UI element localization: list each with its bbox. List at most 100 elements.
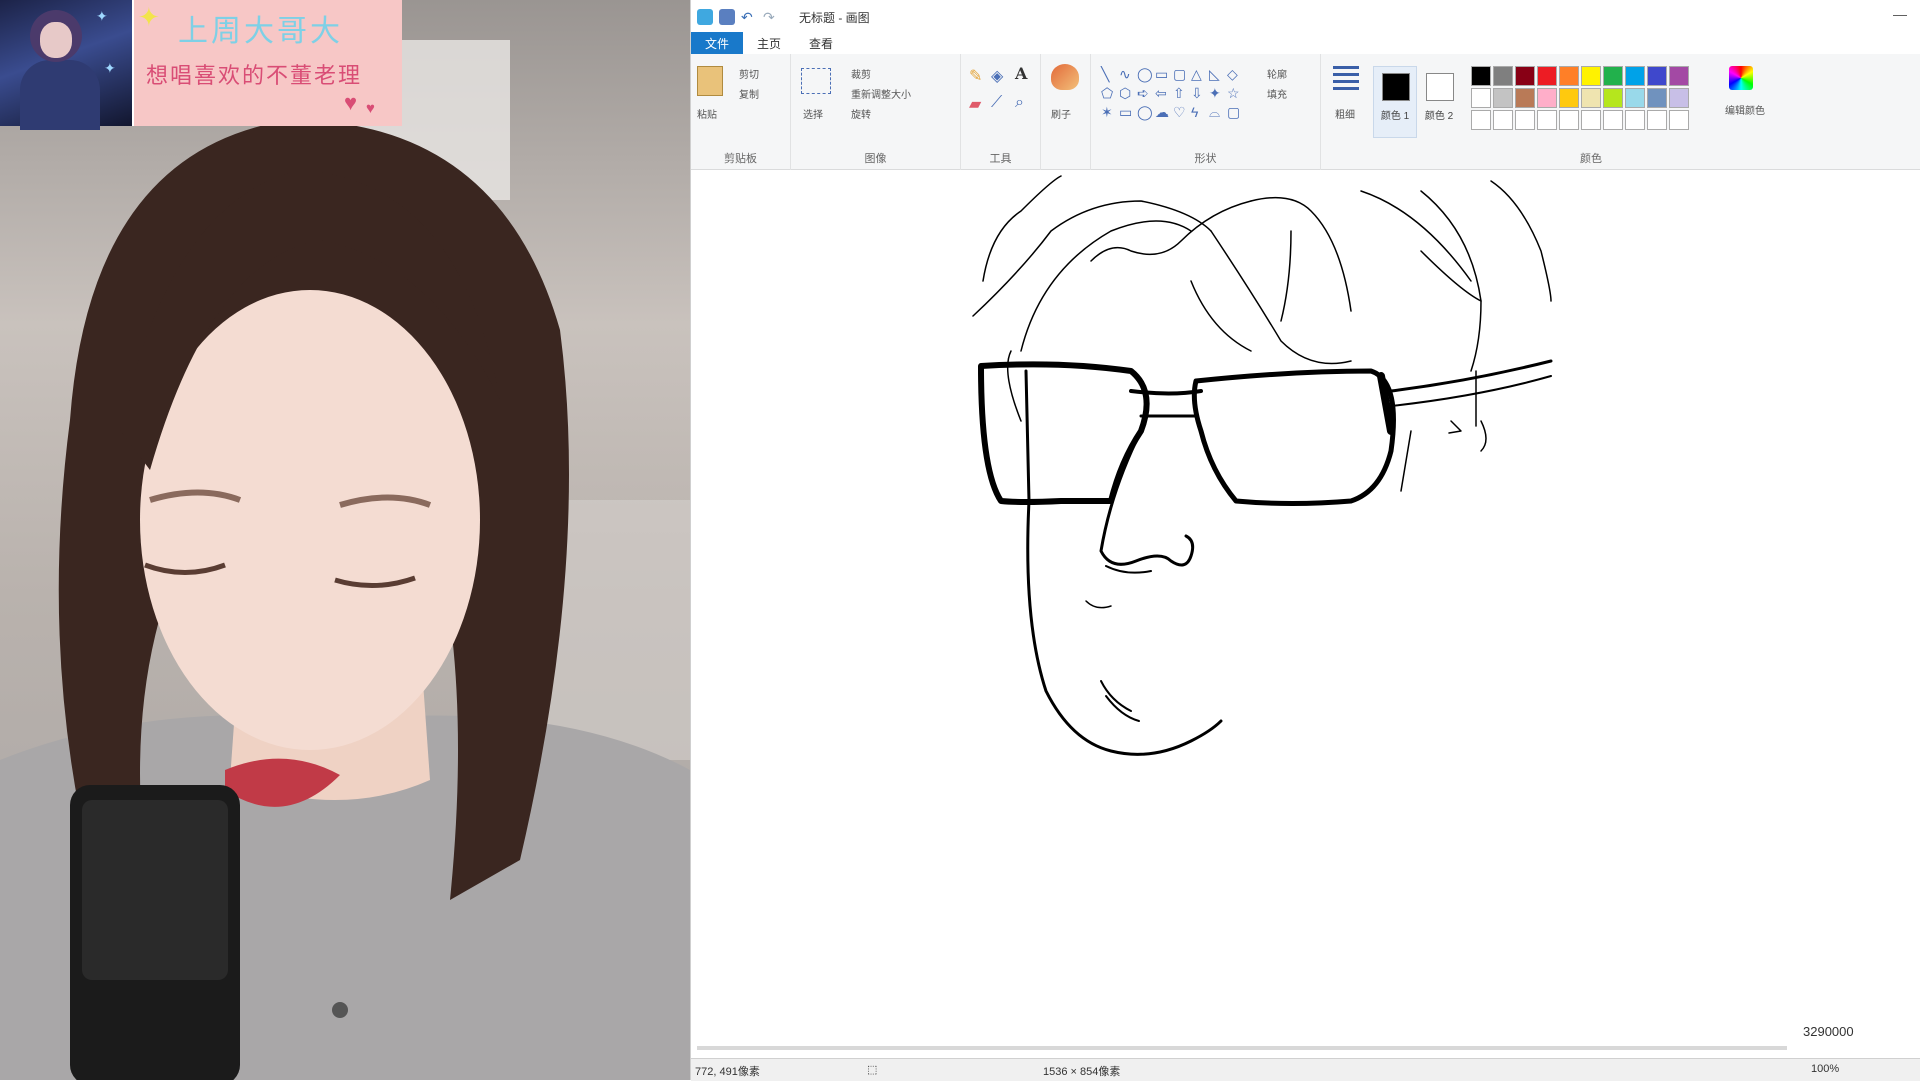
select-icon[interactable] <box>801 68 831 94</box>
color2-selector[interactable]: 颜色 2 <box>1417 66 1461 138</box>
streamer-avatar: ✦ ✦ <box>0 0 134 130</box>
palette-swatch[interactable] <box>1603 110 1623 130</box>
face-sketch <box>972 175 1553 756</box>
banner-title: 上周大哥大 <box>178 14 343 49</box>
select-button[interactable]: 选择 <box>803 106 823 121</box>
palette-swatch[interactable] <box>1625 110 1645 130</box>
palette-swatch[interactable] <box>1493 66 1513 86</box>
palette-swatch[interactable] <box>1669 88 1689 108</box>
outline-button[interactable]: 轮廓 <box>1267 66 1287 81</box>
edit-colors-group: 编辑颜色 <box>1721 54 1765 170</box>
color-picker-icon[interactable]: ⟋ <box>991 94 1002 112</box>
palette-swatch[interactable] <box>1471 66 1491 86</box>
crop-button[interactable]: 裁剪 <box>851 66 871 81</box>
brushes-group: 刷子 <box>1041 54 1091 170</box>
color1-selector[interactable]: 颜色 1 <box>1373 66 1417 138</box>
color-palette[interactable] <box>1471 66 1689 130</box>
rotate-button[interactable]: 旋转 <box>851 106 871 121</box>
palette-swatch[interactable] <box>1625 88 1645 108</box>
tab-file[interactable]: 文件 <box>691 32 744 54</box>
eraser-icon[interactable]: ▰ <box>969 94 981 114</box>
line-size-icon[interactable] <box>1333 66 1359 90</box>
edit-colors-button[interactable]: 编辑颜色 <box>1725 102 1765 117</box>
undo-icon[interactable]: ↶ <box>741 9 757 25</box>
palette-swatch[interactable] <box>1581 88 1601 108</box>
palette-swatch[interactable] <box>1471 88 1491 108</box>
palette-swatch[interactable] <box>1603 66 1623 86</box>
palette-swatch[interactable] <box>1537 110 1557 130</box>
tools-label: 工具 <box>989 153 1012 165</box>
colors-group: 颜色 <box>1461 54 1721 170</box>
status-bar: 772, 491像素 ⬚ 1536 × 854像素 100% <box>691 1058 1920 1081</box>
palette-swatch[interactable] <box>1537 66 1557 86</box>
streamer-video <box>0 40 690 1080</box>
selection-icon: ⬚ <box>867 1064 878 1076</box>
palette-swatch[interactable] <box>1515 88 1535 108</box>
shapes-group: ╲ ∿ ◯ ▭ ▢ △ ◺ ◇ ⬠ ⬡ ➪ ⇦ ⇧ ⇩ ✦ ☆ ✶ ▭ ◯ ☁ ♡ ϟ ⌓ ▢ 轮廓 填充 形状 <box>1091 54 1321 170</box>
horizontal-scrollbar[interactable] <box>697 1046 1787 1050</box>
tools-group: ✎ ◈ A ▰ ⟋ ⌕ 工具 <box>961 54 1041 170</box>
canvas-size: 1536 × 854像素 <box>1043 1066 1121 1078</box>
tab-view[interactable]: 查看 <box>795 32 847 54</box>
resize-button[interactable]: 重新调整大小 <box>851 86 911 101</box>
zoom-level[interactable]: 100% <box>1811 1063 1839 1075</box>
paste-icon[interactable] <box>697 66 723 96</box>
palette-swatch[interactable] <box>1581 66 1601 86</box>
ribbon-tabs: 文件 主页 查看 <box>691 32 847 54</box>
palette-swatch[interactable] <box>1669 66 1689 86</box>
cursor-position: 772, 491像素 <box>695 1066 760 1078</box>
clipboard-label: 剪贴板 <box>724 153 757 165</box>
ribbon: 粘贴 剪切 复制 剪贴板 选择 裁剪 重新调整大小 旋转 图像 ✎ ◈ A ▰ … <box>691 54 1920 170</box>
song-banner: ✦ 上周大哥大 想唱喜欢的不董老理 ♥ ♥ <box>134 0 402 126</box>
pencil-icon[interactable]: ✎ <box>969 66 982 86</box>
paste-button[interactable]: 粘贴 <box>697 106 717 121</box>
palette-swatch[interactable] <box>1537 88 1557 108</box>
palette-swatch[interactable] <box>1559 88 1579 108</box>
watermark-text: 3290000 <box>1803 1024 1854 1039</box>
edit-colors-icon[interactable] <box>1729 66 1753 90</box>
shape-gallery[interactable]: ╲ ∿ ◯ ▭ ▢ △ ◺ ◇ ⬠ ⬡ ➪ ⇦ ⇧ ⇩ ✦ ☆ ✶ ▭ ◯ ☁ ♡ ϟ ⌓ ▢ <box>1101 66 1251 123</box>
palette-swatch[interactable] <box>1669 110 1689 130</box>
image-label: 图像 <box>864 153 887 165</box>
cut-button[interactable]: 剪切 <box>739 66 759 81</box>
palette-swatch[interactable] <box>1515 66 1535 86</box>
brush-icon[interactable] <box>1051 64 1079 90</box>
minimize-button[interactable]: — <box>1893 6 1907 22</box>
text-icon[interactable]: A <box>1015 64 1027 83</box>
tab-home[interactable]: 主页 <box>743 32 795 54</box>
fill-button[interactable]: 填充 <box>1267 86 1287 101</box>
colors-label: 颜色 <box>1580 153 1602 165</box>
size-group: 粗细 <box>1321 54 1371 170</box>
image-group: 选择 裁剪 重新调整大小 旋转 图像 <box>791 54 961 170</box>
palette-swatch[interactable] <box>1493 110 1513 130</box>
window-title: 无标题 - 画图 <box>799 10 870 25</box>
palette-swatch[interactable] <box>1559 110 1579 130</box>
paint-window: ↶ ↷ 无标题 - 画图 — 文件 主页 查看 粘贴 剪切 复制 剪贴板 选择 … <box>690 0 1920 1081</box>
palette-swatch[interactable] <box>1471 110 1491 130</box>
banner-subtitle: 想唱喜欢的不董老理 <box>146 64 363 89</box>
shapes-label: 形状 <box>1194 153 1217 165</box>
redo-icon[interactable]: ↷ <box>763 9 779 25</box>
fill-icon[interactable]: ◈ <box>991 66 1003 86</box>
size-button[interactable]: 粗细 <box>1335 106 1355 121</box>
paint-app-icon <box>697 9 713 25</box>
quick-access-toolbar: ↶ ↷ 无标题 - 画图 — <box>691 4 1920 30</box>
drawing-canvas[interactable] <box>691 171 1920 1041</box>
heart-icon: ♥ <box>366 100 375 117</box>
palette-swatch[interactable] <box>1625 66 1645 86</box>
palette-swatch[interactable] <box>1581 110 1601 130</box>
palette-swatch[interactable] <box>1515 110 1535 130</box>
palette-swatch[interactable] <box>1647 110 1667 130</box>
palette-swatch[interactable] <box>1603 88 1623 108</box>
palette-swatch[interactable] <box>1559 66 1579 86</box>
brushes-button[interactable]: 刷子 <box>1051 106 1071 121</box>
palette-swatch[interactable] <box>1647 88 1667 108</box>
save-icon[interactable] <box>719 9 735 25</box>
palette-swatch[interactable] <box>1647 66 1667 86</box>
clipboard-group: 粘贴 剪切 复制 剪贴板 <box>691 54 791 170</box>
palette-swatch[interactable] <box>1493 88 1513 108</box>
heart-icon: ♥ <box>344 90 358 115</box>
copy-button[interactable]: 复制 <box>739 86 759 101</box>
webcam-feed: ✦ ✦ ✦ 上周大哥大 想唱喜欢的不董老理 ♥ ♥ <box>0 0 690 1080</box>
magnifier-icon[interactable]: ⌕ <box>1015 94 1024 112</box>
